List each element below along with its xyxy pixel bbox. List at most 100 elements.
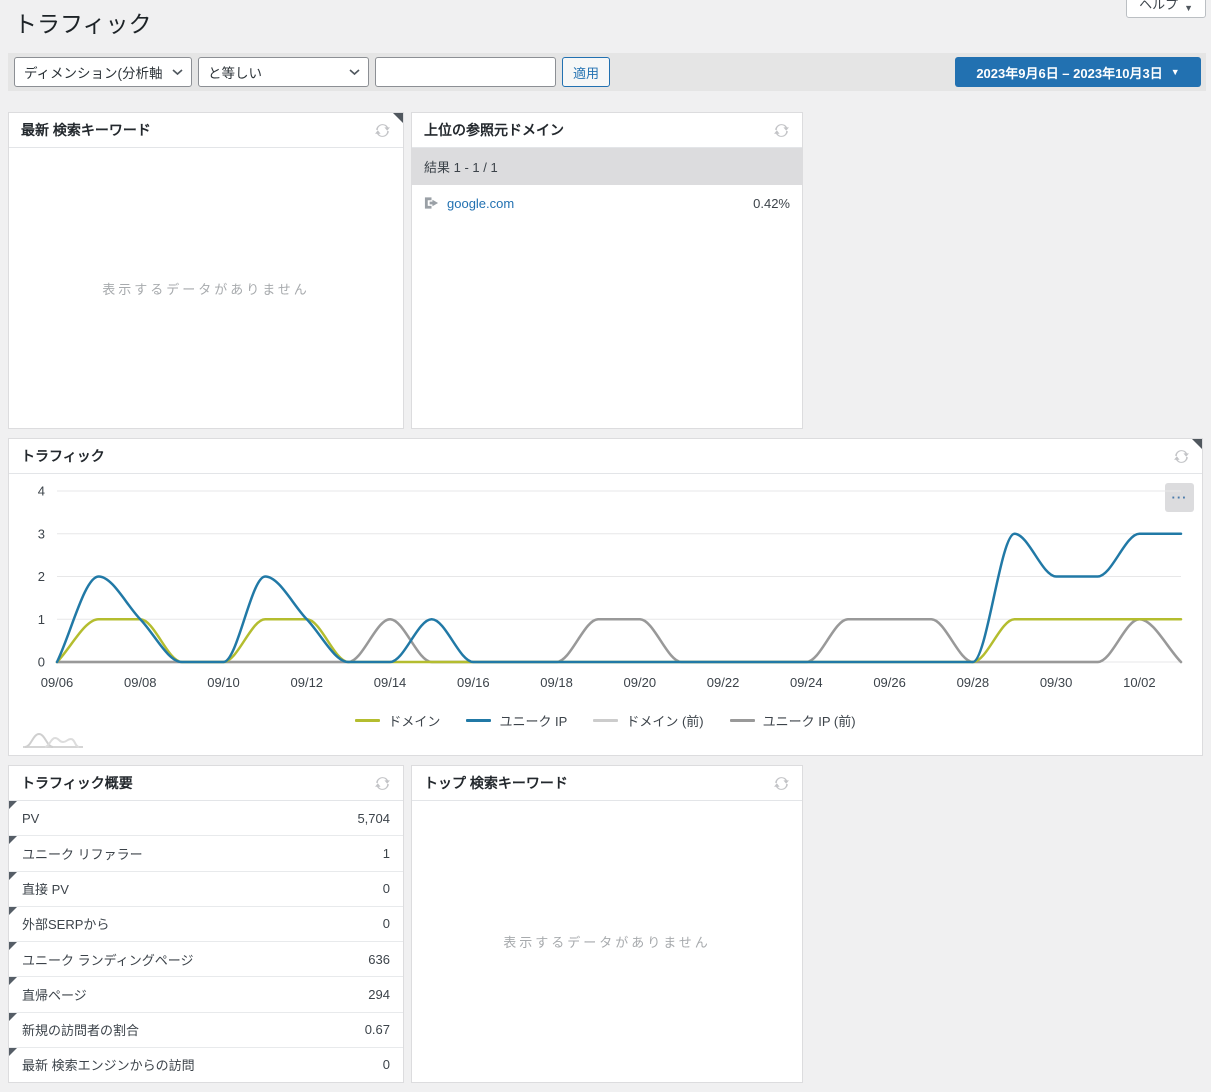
chevron-down-icon: ▼ (1184, 3, 1193, 13)
traffic-line-chart[interactable]: 0123409/0609/0809/1009/1209/1409/1609/18… (9, 479, 1202, 729)
summary-metric-value: 0 (383, 916, 390, 931)
summary-metric-label: 直接 PV (22, 879, 69, 898)
summary-row: ユニーク リファラー 1 (9, 836, 403, 871)
summary-metric-label: 新規の訪問者の割合 (22, 1020, 139, 1039)
summary-row: 外部SERPから 0 (9, 907, 403, 942)
refresh-icon[interactable] (374, 775, 391, 792)
chart-thumbnail-icon[interactable] (21, 727, 85, 751)
panel-drag-corner-icon[interactable] (393, 113, 403, 123)
summary-metric-value: 0.67 (365, 1022, 390, 1037)
x-axis-tick-label: 09/10 (207, 675, 240, 690)
page-title: トラフィック (14, 5, 152, 39)
panel-header: トップ 検索キーワード (412, 766, 802, 801)
row-fold-corner-icon (9, 872, 17, 880)
legend-item[interactable]: ドメイン (前) (593, 711, 703, 730)
legend-swatch-icon (466, 719, 491, 722)
row-fold-corner-icon (9, 1013, 17, 1021)
row-fold-corner-icon (9, 942, 17, 950)
summary-row: 直接 PV0 (9, 872, 403, 907)
chart-legend: ドメイン ユニーク IP ドメイン (前) ユニーク IP (前) (9, 711, 1202, 730)
filter-bar: ディメンション(分析軸 と等しい 適用 2023年9月6日 – 2023年10月… (8, 53, 1206, 91)
date-range-label: 2023年9月6日 – 2023年10月3日 (976, 63, 1162, 82)
referrer-domain-link[interactable]: google.com (447, 196, 514, 211)
legend-label: ユニーク IP (前) (763, 711, 856, 730)
legend-item[interactable]: ユニーク IP (466, 711, 567, 730)
refresh-icon[interactable] (773, 775, 790, 792)
refresh-icon[interactable] (1173, 448, 1190, 465)
summary-metric-value: 0 (383, 1057, 390, 1072)
summary-metric-value: 294 (368, 987, 390, 1002)
legend-item[interactable]: ドメイン (355, 711, 440, 730)
panel-header: 上位の参照元ドメイン (412, 113, 802, 148)
summary-metric-value: 636 (368, 952, 390, 967)
panel-top-search-keywords: トップ 検索キーワード 表示するデータがありません (411, 765, 803, 1083)
summary-metric-label: PV (22, 811, 39, 826)
summary-row: ユニーク ランディングページ 636 (9, 942, 403, 977)
summary-metric-label: ユニーク リファラー (22, 844, 143, 863)
row-fold-corner-icon (9, 907, 17, 915)
y-axis-tick-label: 4 (38, 484, 45, 499)
y-axis-tick-label: 0 (38, 655, 45, 670)
chevron-down-icon (172, 69, 183, 76)
empty-state-text: 表示するデータがありません (503, 932, 711, 951)
referrer-percent: 0.42% (753, 196, 790, 211)
legend-item[interactable]: ユニーク IP (前) (730, 711, 856, 730)
help-label: ヘルプ (1139, 0, 1178, 13)
panel-header: トラフィック (9, 439, 1202, 474)
empty-state: 表示するデータがありません (9, 148, 403, 428)
traffic-analytics-page: トラフィック ヘルプ ▼ ディメンション(分析軸 と等しい 適用 2023年9月… (0, 0, 1211, 1092)
summary-row-list: PV5,704ユニーク リファラー1直接 PV0外部SERPから0ユニーク ラン… (9, 801, 403, 1082)
legend-swatch-icon (593, 719, 618, 722)
summary-metric-value: 1 (383, 846, 390, 861)
panel-top-referrer-domains: 上位の参照元ドメイン 結果 1 - 1 / 1 google.com 0.42% (411, 112, 803, 429)
series-line-ユニーク IP (前) (57, 619, 1181, 662)
summary-metric-label: ユニーク ランディングページ (22, 950, 193, 969)
x-axis-tick-label: 09/06 (41, 675, 74, 690)
x-axis-tick-label: 09/28 (957, 675, 990, 690)
chevron-down-icon: ▼ (1171, 67, 1180, 77)
panel-header: トラフィック概要 (9, 766, 403, 801)
x-axis-tick-label: 09/20 (624, 675, 657, 690)
x-axis-tick-label: 09/18 (540, 675, 573, 690)
panel-header: 最新 検索キーワード (9, 113, 403, 148)
date-range-button[interactable]: 2023年9月6日 – 2023年10月3日 ▼ (955, 57, 1201, 87)
summary-metric-label: 直帰ページ (22, 985, 87, 1004)
legend-label: ドメイン (前) (626, 711, 703, 730)
summary-metric-label: 最新 検索エンジンからの訪問 (22, 1055, 195, 1074)
x-axis-tick-label: 09/26 (873, 675, 906, 690)
summary-row: 最新 検索エンジンからの訪問 0 (9, 1048, 403, 1082)
x-axis-tick-label: 09/22 (707, 675, 740, 690)
summary-metric-value: 5,704 (357, 811, 390, 826)
operator-select[interactable]: と等しい (198, 57, 369, 87)
panel-title: 最新 検索キーワード (21, 120, 151, 140)
panel-drag-corner-icon[interactable] (1192, 439, 1202, 449)
operator-select-value: と等しい (208, 62, 262, 82)
help-button[interactable]: ヘルプ ▼ (1126, 0, 1206, 18)
row-fold-corner-icon (9, 1048, 17, 1056)
x-axis-tick-label: 10/02 (1123, 675, 1156, 690)
dimension-select-value: ディメンション(分析軸 (24, 62, 163, 82)
apply-button[interactable]: 適用 (562, 57, 610, 87)
row-fold-corner-icon (9, 977, 17, 985)
panel-title: トラフィック概要 (21, 773, 133, 793)
summary-metric-label: 外部SERPから (22, 914, 109, 933)
x-axis-tick-label: 09/16 (457, 675, 490, 690)
empty-state: 表示するデータがありません (412, 801, 802, 1082)
x-axis-tick-label: 09/08 (124, 675, 157, 690)
filter-value-input[interactable] (375, 57, 556, 87)
results-count-bar: 結果 1 - 1 / 1 (412, 148, 802, 185)
external-link-icon (424, 196, 439, 210)
panel-latest-search-keywords: 最新 検索キーワード 表示するデータがありません (8, 112, 404, 429)
summary-row: PV 5,704 (9, 801, 403, 836)
dimension-select[interactable]: ディメンション(分析軸 (14, 57, 192, 87)
refresh-icon[interactable] (374, 122, 391, 139)
x-axis-tick-label: 09/24 (790, 675, 823, 690)
x-axis-tick-label: 09/12 (291, 675, 324, 690)
x-axis-tick-label: 09/30 (1040, 675, 1073, 690)
panel-title: トラフィック (21, 446, 105, 466)
y-axis-tick-label: 2 (38, 569, 45, 584)
summary-row: 直帰ページ 294 (9, 977, 403, 1012)
legend-swatch-icon (355, 719, 380, 722)
refresh-icon[interactable] (773, 122, 790, 139)
panel-title: トップ 検索キーワード (424, 773, 568, 793)
